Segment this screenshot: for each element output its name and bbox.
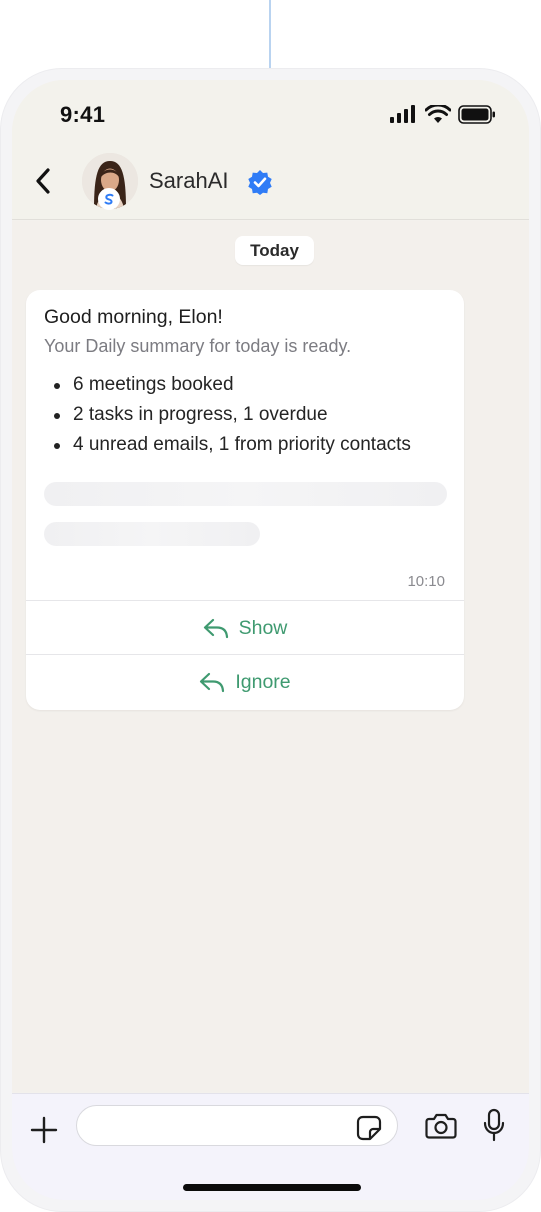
- summary-item: 4 unread emails, 1 from priority contact…: [44, 430, 411, 460]
- loading-skeleton: [44, 522, 260, 546]
- message-greeting: Good morning, Elon!: [44, 306, 223, 328]
- ignore-button-label: Ignore: [235, 670, 291, 693]
- contact-name[interactable]: SarahAI: [149, 168, 229, 194]
- home-indicator: [183, 1184, 361, 1191]
- signal-icon: [390, 105, 415, 123]
- reply-icon: [200, 672, 225, 693]
- camera-icon[interactable]: [425, 1111, 457, 1141]
- show-button[interactable]: Show: [26, 601, 464, 655]
- message-timestamp: 10:10: [407, 573, 445, 590]
- message-subtitle: Your Daily summary for today is ready.: [44, 336, 352, 356]
- loading-skeleton: [44, 482, 447, 506]
- flow-connector-line: [269, 0, 271, 70]
- chat-header: 9:41 SarahAI: [12, 80, 529, 220]
- message-card: Good morning, Elon! Your Daily summary f…: [26, 290, 464, 710]
- status-icons: [390, 105, 500, 125]
- reply-icon: [203, 618, 228, 639]
- status-time: 9:41: [60, 102, 106, 127]
- phone-screen: 9:41 SarahAI Today Good morning, Elon! Y…: [12, 80, 529, 1200]
- plus-icon[interactable]: [28, 1114, 60, 1146]
- battery-icon: [458, 105, 495, 124]
- sticker-icon[interactable]: [356, 1115, 382, 1141]
- wifi-icon: [425, 105, 451, 123]
- chevron-left-icon: [36, 168, 50, 194]
- message-input[interactable]: [76, 1105, 398, 1146]
- composer-bar: [12, 1093, 529, 1200]
- summary-list: 6 meetings booked 2 tasks in progress, 1…: [44, 370, 411, 460]
- brand-logo-icon: [98, 188, 120, 210]
- verified-badge-icon: [248, 170, 272, 195]
- summary-item: 6 meetings booked: [44, 370, 411, 400]
- microphone-icon[interactable]: [482, 1108, 506, 1142]
- show-button-label: Show: [238, 616, 288, 639]
- ignore-button[interactable]: Ignore: [26, 655, 464, 709]
- date-chip: Today: [235, 236, 314, 265]
- back-button[interactable]: [28, 164, 58, 198]
- summary-item: 2 tasks in progress, 1 overdue: [44, 400, 411, 430]
